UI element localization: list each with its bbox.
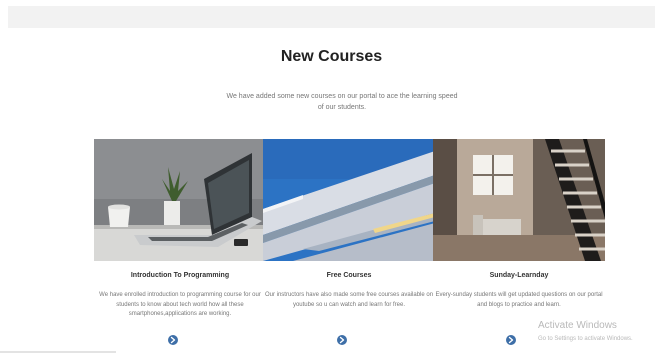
watermark-subtitle: Go to Settings to activate Windows. (538, 336, 633, 342)
course-image-loft (433, 139, 605, 261)
arrow-right-circle-icon[interactable] (337, 335, 347, 345)
section-subtitle: We have added some new courses on our po… (226, 93, 458, 111)
course-title: Introduction To Programming (130, 272, 230, 279)
section-title: New Courses (280, 48, 383, 65)
windows-activation-watermark: Activate Windows Go to Settings to activ… (538, 320, 633, 344)
course-image-laptop (94, 139, 266, 261)
course-image-building (263, 139, 435, 261)
watermark-title: Activate Windows (538, 320, 617, 331)
top-bar (8, 6, 655, 28)
course-title: Free Courses (326, 272, 372, 279)
arrow-right-circle-icon[interactable] (506, 335, 516, 345)
course-description: Every-sunday students will get updated q… (435, 292, 603, 308)
course-description: Our instructors have also made some free… (264, 292, 434, 308)
course-description: We have enrolled introduction to program… (99, 292, 261, 317)
arrow-right-circle-icon[interactable] (168, 335, 178, 345)
course-title: Sunday-Learnday (489, 272, 549, 279)
